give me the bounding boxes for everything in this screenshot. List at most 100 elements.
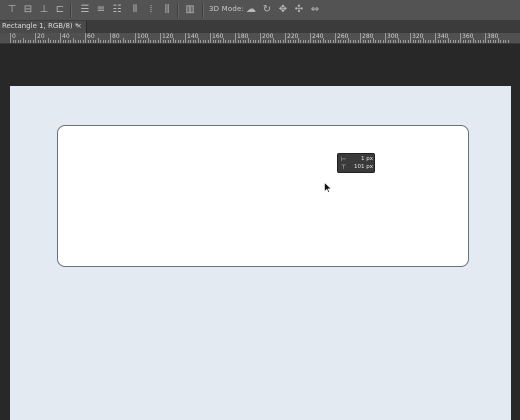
- ruler-tick: [130, 40, 131, 43]
- ruler-tick: [285, 33, 286, 43]
- height-icon: ⊤: [341, 164, 347, 171]
- document-tab[interactable]: Rectangle 1, RGB/8) * ×: [0, 21, 87, 33]
- ruler-tick: [260, 33, 261, 43]
- ruler-tick: [282, 40, 284, 43]
- ruler-tick: [292, 40, 294, 43]
- ruler-tick: [265, 40, 266, 43]
- width-icon: ⊢: [341, 156, 347, 163]
- align-bottom-edges-icon[interactable]: ⊥: [38, 4, 50, 16]
- align-left-edges-icon[interactable]: ⊏: [54, 4, 66, 16]
- ruler-tick: [205, 40, 206, 43]
- toolbar-separator: [202, 3, 204, 18]
- dimension-tooltip: ⊢ 1 px ⊤ 101 px: [337, 153, 375, 173]
- ruler-tick: [440, 40, 441, 43]
- ruler-tick: [170, 40, 171, 43]
- ruler-tick: [437, 40, 439, 43]
- ruler-tick: [397, 38, 399, 43]
- ruler-tick: [250, 40, 251, 43]
- ruler-tick: [387, 40, 389, 43]
- ruler-tick: [457, 40, 459, 43]
- ruler-tick: [245, 40, 246, 43]
- ruler-tick: [300, 40, 301, 43]
- ruler-tick: [77, 40, 79, 43]
- ruler-tick: [287, 40, 289, 43]
- ruler-tick: [82, 40, 84, 43]
- ruler-tick: [302, 40, 304, 43]
- ruler-tick: [222, 38, 224, 43]
- ruler-tick: [57, 40, 59, 43]
- auto-align-icon[interactable]: ▥: [184, 4, 196, 16]
- distribute-vcenter-icon[interactable]: ≡: [95, 4, 107, 16]
- ruler-tick: [492, 40, 494, 43]
- ruler-tick: [90, 40, 91, 43]
- ruler-tick: [402, 40, 404, 43]
- pan-3d-icon[interactable]: ✥: [277, 4, 289, 16]
- ruler-tick: [257, 40, 259, 43]
- ruler-tick: [80, 40, 81, 43]
- ruler-tick: [487, 40, 489, 43]
- ruler-tick: [152, 40, 154, 43]
- ruler-tick: [445, 40, 446, 43]
- distribute-right-icon[interactable]: ⫼: [161, 4, 173, 16]
- ruler-tick: [352, 40, 354, 43]
- ruler-tick: [415, 40, 416, 43]
- ruler-tick: [272, 38, 274, 43]
- ruler-tick: [377, 40, 379, 43]
- ruler-tick: [330, 40, 331, 43]
- ruler-label: 40: [62, 33, 70, 40]
- ruler-tick: [380, 40, 381, 43]
- ruler-tick: [412, 40, 414, 43]
- ruler-tick: [45, 40, 46, 43]
- align-vertical-centers-icon[interactable]: ⊟: [22, 4, 34, 16]
- roll-3d-icon[interactable]: ↻: [261, 4, 273, 16]
- ruler-tick: [395, 40, 396, 43]
- distribute-hcenter-icon[interactable]: ⦙: [145, 4, 157, 16]
- orbit-3d-icon[interactable]: ☁: [245, 4, 257, 16]
- ruler-tick: [485, 33, 486, 43]
- ruler-tick: [255, 40, 256, 43]
- ruler-tick: [382, 40, 384, 43]
- ruler-tick: [72, 38, 74, 43]
- ruler-tick: [140, 40, 141, 43]
- ruler-tick: [187, 40, 189, 43]
- ruler-tick: [472, 38, 474, 43]
- toolbar-separator: [177, 3, 179, 18]
- ruler-tick: [365, 40, 366, 43]
- ruler-tick: [202, 40, 204, 43]
- ruler-tick: [157, 40, 159, 43]
- ruler-tick: [392, 40, 394, 43]
- ruler-tick: [367, 40, 369, 43]
- ruler-tick: [10, 33, 11, 43]
- options-toolbar: ⊤ ⊟ ⊥ ⊏ ☰ ≡ ☷ ⫴ ⦙ ⫼ ▥ 3D Mode: ☁ ↻ ✥ ✣ ⇔: [0, 0, 520, 21]
- ruler-label: 0: [12, 33, 16, 40]
- ruler-tick: [325, 40, 326, 43]
- distribute-top-icon[interactable]: ☰: [79, 4, 91, 16]
- horizontal-ruler[interactable]: 0 20 40 60 80 100 120 140 160 180 200 220 240 260 280 3…: [0, 33, 520, 44]
- ruler-tick: [475, 40, 476, 43]
- slide-3d-icon[interactable]: ✣: [293, 4, 305, 16]
- distribute-bottom-icon[interactable]: ☷: [111, 4, 123, 16]
- ruler-tick: [232, 40, 234, 43]
- ruler-tick: [15, 40, 16, 43]
- ruler-tick: [65, 40, 66, 43]
- ruler-tick: [347, 38, 349, 43]
- ruler-tick: [117, 40, 119, 43]
- distribute-left-icon[interactable]: ⫴: [129, 4, 141, 16]
- ruler-tick: [27, 40, 29, 43]
- ruler-tick: [230, 40, 231, 43]
- ruler-label: 20: [37, 33, 45, 40]
- scale-3d-icon[interactable]: ⇔: [309, 4, 321, 16]
- ruler-tick: [125, 40, 126, 43]
- rounded-rectangle-shape[interactable]: [57, 125, 469, 267]
- ruler-tick: [277, 40, 279, 43]
- ruler-tick: [220, 40, 221, 43]
- ruler-tick: [182, 40, 184, 43]
- 3d-mode-label: 3D Mode:: [209, 5, 245, 13]
- document-tab-bar: Rectangle 1, RGB/8) * ×: [0, 21, 520, 33]
- ruler-tick: [317, 40, 319, 43]
- close-icon[interactable]: ×: [76, 22, 82, 30]
- ruler-tick: [37, 40, 39, 43]
- tooltip-height-row: ⊤ 101 px: [338, 164, 376, 173]
- ruler-tick: [207, 40, 209, 43]
- align-top-edges-icon[interactable]: ⊤: [6, 4, 18, 16]
